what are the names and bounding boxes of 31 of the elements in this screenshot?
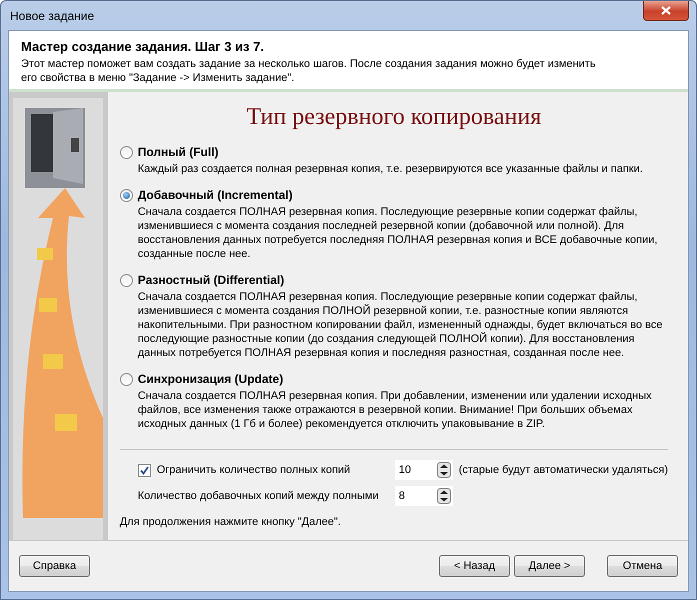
option-label[interactable]: Добавочный (Incremental)	[138, 188, 293, 202]
radio-button[interactable]	[120, 146, 133, 158]
option-description: Сначала создается ПОЛНАЯ резервная копия. При добавлении, изменении или удалении исходных файлов, все изменения также отражаются в резервной копии. Внимание! При больших объемах исходных данных (1 Гб и более) рекомендуется отключить упаковывание в ZIP.	[138, 389, 653, 431]
window-title: Новое задание	[10, 9, 94, 23]
field-label: Количество добавочных копий между полными	[138, 490, 380, 502]
option-description: Каждый раз создается полная резервная копия, т.е. резервируются все указанные файлы и папки.	[138, 162, 644, 176]
radio-button[interactable]	[120, 188, 133, 202]
note-text: (старые будут автоматически удаляться)	[458, 464, 668, 476]
number-field[interactable]: 10	[394, 460, 453, 480]
cancel-button[interactable]: Отмена	[607, 555, 678, 577]
back-button[interactable]: < Назад	[439, 555, 510, 577]
option-description: Сначала создается ПОЛНАЯ резервная копия. Последующие резервные копии содержат файлы, изменившиеся с момента создания последней резервной копии (добавочной или полной). Для восстановления данных потребуется последняя ПОЛНАЯ резервная копия и ВСЕ добавочные копии, созданные после нее.	[138, 205, 658, 261]
radio-button[interactable]	[120, 372, 133, 386]
number-field[interactable]: 8	[394, 486, 453, 506]
next-button[interactable]: Далее >	[514, 555, 585, 577]
option-label[interactable]: Разностный (Differential)	[138, 273, 284, 287]
help-button[interactable]: Справка	[19, 555, 90, 577]
close-button[interactable]	[643, 1, 689, 21]
radio-button[interactable]	[120, 274, 133, 286]
spin-arrows-icon[interactable]	[436, 462, 451, 478]
checkbox[interactable]	[138, 464, 151, 476]
checkbox-label[interactable]: Ограничить количество полных копий	[156, 464, 389, 476]
spin-arrows-icon[interactable]	[436, 488, 451, 504]
close-icon	[661, 6, 671, 15]
option-description: Сначала создается ПОЛНАЯ резервная копия. Последующие резервные копии содержат файлы, изменившиеся с момента создания ПОЛНОЙ резервной копии, т.е. разностные копии являются накопительными. При разностном копировании файл, измененный однажды, будет включаться во все последующие разностные копии (до создания следующей ПОЛНОЙ копии). Для восстановления данных потребуется ПОЛНАЯ резервная копия и последняя разностная, созданная после нее.	[138, 290, 664, 360]
wizard-step-title: Мастер создание задания. Шаг 3 из 7.	[21, 39, 265, 54]
hint-text: Для продолжения нажмите кнопку "Далее".	[120, 516, 342, 528]
page-title: Тип резервного копирования	[246, 104, 542, 131]
option-label[interactable]: Синхронизация (Update)	[138, 372, 284, 386]
wizard-description: Этот мастер поможет вам создать задание за несколько шагов. После создания задания можно будет изменить его свойства в меню "Задание -> Изменить задание".	[21, 57, 597, 85]
option-label[interactable]: Полный (Full)	[138, 145, 219, 159]
